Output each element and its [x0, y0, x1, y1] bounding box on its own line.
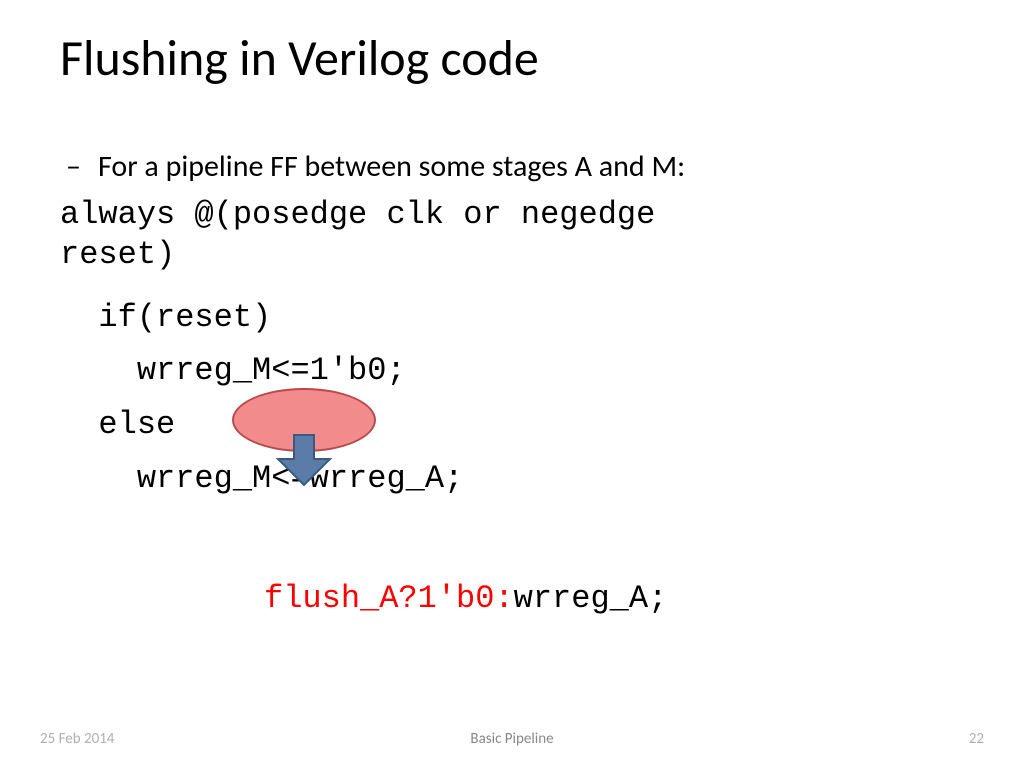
- flush-code: flush_A?1'b0:wrreg_A;: [264, 580, 667, 617]
- flush-red-a: flush_A?1'b0:: [264, 580, 514, 617]
- slide: Flushing in Verilog code For a pipeline …: [0, 0, 1024, 768]
- code-line-3: if(reset): [60, 299, 271, 336]
- code-line-2: reset): [60, 236, 175, 273]
- bullet-text: For a pipeline FF between some stages A …: [98, 148, 685, 185]
- bullet-item: For a pipeline FF between some stages A …: [68, 148, 685, 185]
- code-line-4: wrreg_M<=1'b0;: [60, 352, 406, 389]
- slide-title: Flushing in Verilog code: [60, 28, 539, 89]
- code-line-1: always @(posedge clk or negedge: [60, 196, 655, 233]
- footer-page-number: 22: [969, 730, 984, 748]
- footer-title: Basic Pipeline: [0, 730, 1024, 748]
- code-line-6: wrreg_M<=wrreg_A;: [60, 460, 463, 497]
- code-line-5: else: [60, 406, 175, 443]
- flush-black: wrreg_A;: [514, 580, 668, 617]
- down-arrow-icon: [274, 433, 334, 487]
